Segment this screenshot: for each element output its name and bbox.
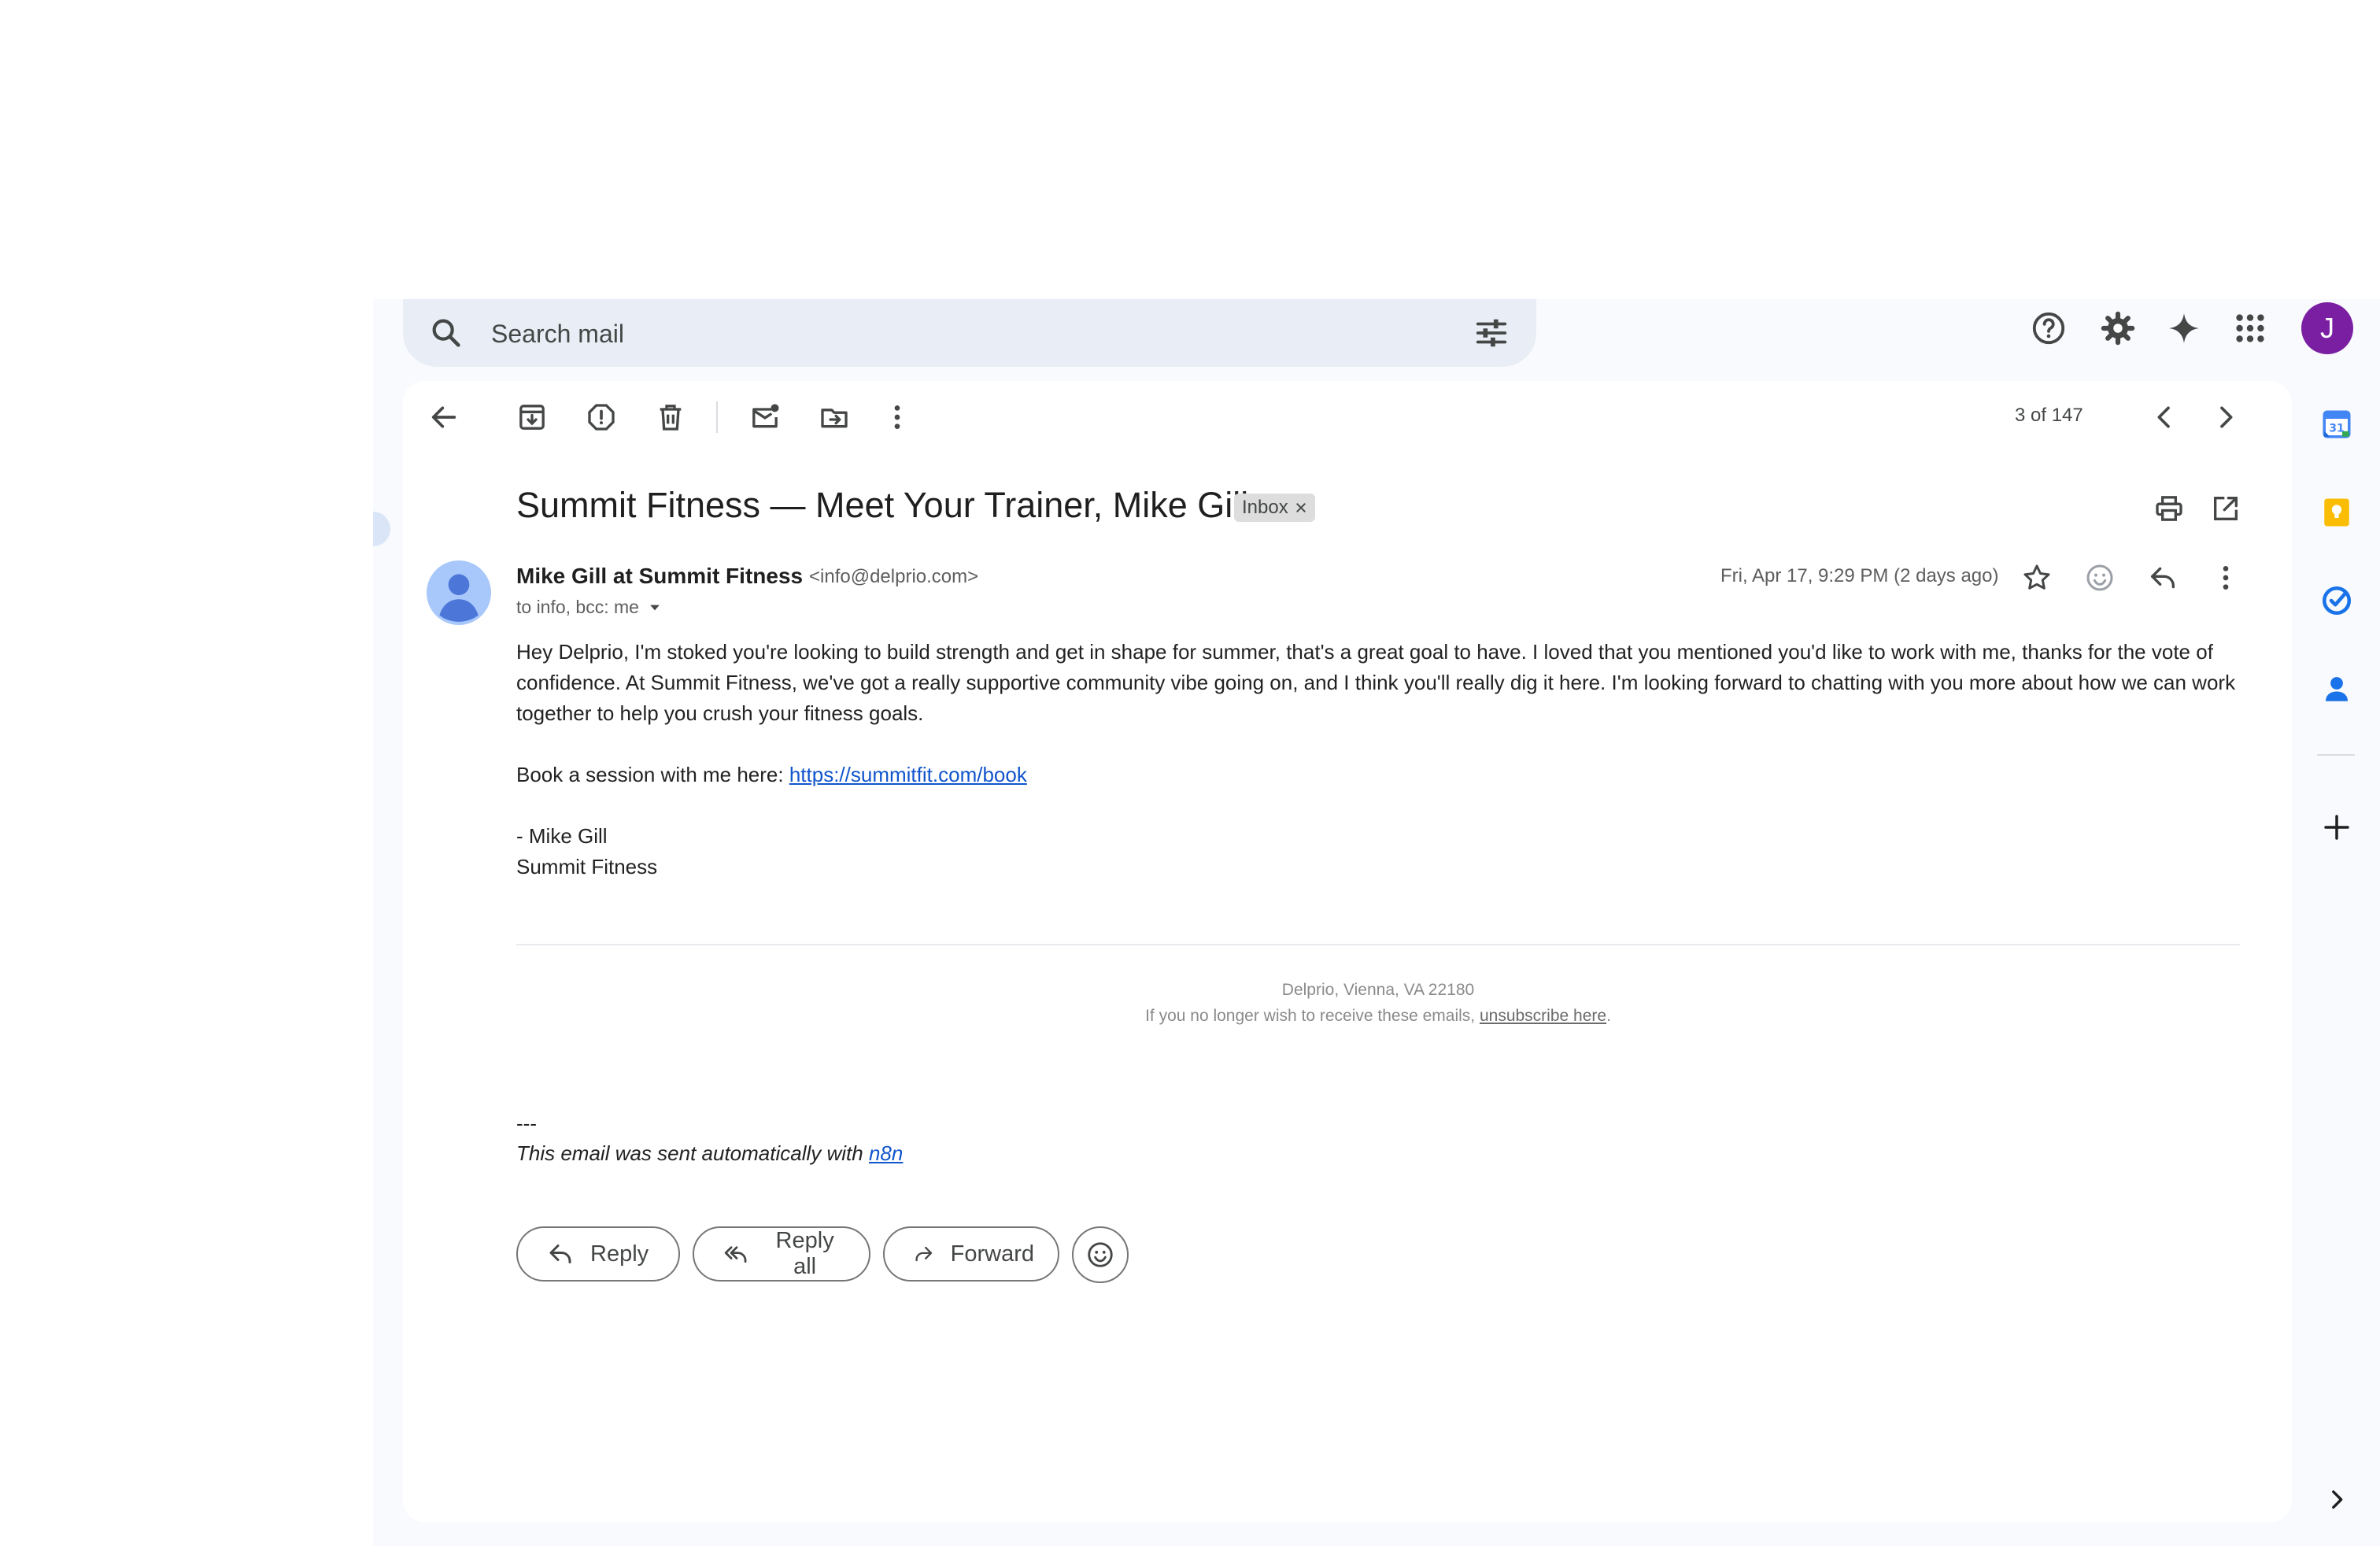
n8n-link[interactable]: n8n [869,1141,903,1165]
account-avatar[interactable]: J [2301,302,2353,354]
mark-unread-icon[interactable] [749,401,781,433]
search-icon[interactable] [428,315,464,351]
book-session-line: Book a session with me here: https://sum… [516,760,2256,790]
star-icon[interactable] [2021,562,2053,594]
email-subject: Summit Fitness — Meet Your Trainer, Mike… [516,485,1249,525]
sender-email: <info@delprio.com> [809,566,979,587]
automation-note-text: This email was sent automatically with [516,1141,869,1165]
signature-name: - Mike Gill [516,824,608,848]
reply-arrow-icon [549,1245,571,1263]
chevron-right-icon[interactable] [2210,401,2241,433]
apps-grid-icon[interactable] [2232,310,2268,346]
reply-all-button[interactable]: Reply all [693,1226,870,1282]
message-more-icon[interactable] [2210,562,2241,594]
search-input[interactable] [490,313,1437,354]
reply-button[interactable]: Reply [516,1226,680,1282]
more-vertical-icon[interactable] [881,401,913,433]
sender-name[interactable]: Mike Gill at Summit Fitness [516,564,803,589]
email-view-card [403,381,2292,1522]
recipients-text: to info, bcc: me [516,597,639,617]
footer-divider [516,944,2240,945]
chevron-left-icon[interactable] [2149,401,2180,433]
footer-unsub-suffix: . [1606,1007,1611,1025]
forward-button[interactable]: Forward [883,1226,1059,1282]
footer-unsub-text: If you no longer wish to receive these e… [1145,1007,1480,1025]
footer-address: Delprio, Vienna, VA 22180 [1281,981,1475,999]
gemini-sparkle-icon[interactable] [2166,310,2202,346]
email-body-paragraph: Hey Delprio, I'm stoked you're looking t… [516,640,2236,725]
side-panel-divider [2317,754,2355,756]
unsubscribe-link[interactable]: unsubscribe here [1480,1007,1606,1025]
caret-down-icon[interactable] [647,600,663,616]
help-icon[interactable] [2031,310,2067,346]
reply-all-icon [724,1246,747,1263]
search-bar [403,299,1536,367]
signature-org: Summit Fitness [516,855,658,878]
print-icon[interactable] [2153,493,2185,524]
reply-icon[interactable] [2147,562,2179,594]
open-in-new-window-icon[interactable] [2210,493,2241,524]
delete-trash-icon[interactable] [655,401,686,433]
report-spam-icon[interactable] [586,401,617,433]
expand-panel-chevron-icon[interactable] [2323,1486,2350,1513]
tasks-icon[interactable] [2320,584,2353,617]
recipients-line[interactable]: to info, bcc: me [516,597,663,618]
search-options-icon[interactable] [1473,315,1510,351]
contacts-icon[interactable] [2320,672,2353,705]
label-chip-text: Inbox [1242,497,1288,518]
back-arrow-icon[interactable] [428,401,460,433]
book-session-text: Book a session with me here: [516,763,789,786]
email-date: Fri, Apr 17, 9:29 PM (2 days ago) [1720,565,1999,586]
smiley-icon [1088,1242,1113,1267]
footer-unsubscribe: If you no longer wish to receive these e… [516,1007,2240,1026]
forward-arrow-icon [915,1246,933,1262]
inbox-label-chip[interactable]: Inbox [1234,494,1315,522]
reply-all-button-label: Reply all [775,1228,834,1279]
signature-separator: --- [516,1111,537,1135]
emoji-reaction-button[interactable] [1072,1226,1129,1283]
toolbar-divider [716,401,718,433]
settings-gear-icon[interactable] [2100,310,2136,346]
reply-button-label: Reply [590,1241,649,1267]
add-addon-plus-icon[interactable] [2320,811,2353,844]
keep-notes-icon[interactable] [2320,496,2353,529]
emoji-reaction-icon[interactable] [2084,562,2116,594]
remove-label-icon[interactable] [1295,501,1307,514]
calendar-icon[interactable]: 31 [2320,408,2353,441]
move-to-folder-icon[interactable] [819,401,850,433]
forward-button-label: Forward [950,1241,1034,1267]
archive-icon[interactable] [516,401,548,433]
sender-avatar[interactable] [427,560,491,625]
automation-note: This email was sent automatically with n… [516,1141,903,1166]
book-session-link[interactable]: https://summitfit.com/book [789,763,1027,786]
svg-text:31: 31 [2329,423,2344,435]
pager-count: 3 of 147 [2015,405,2083,426]
